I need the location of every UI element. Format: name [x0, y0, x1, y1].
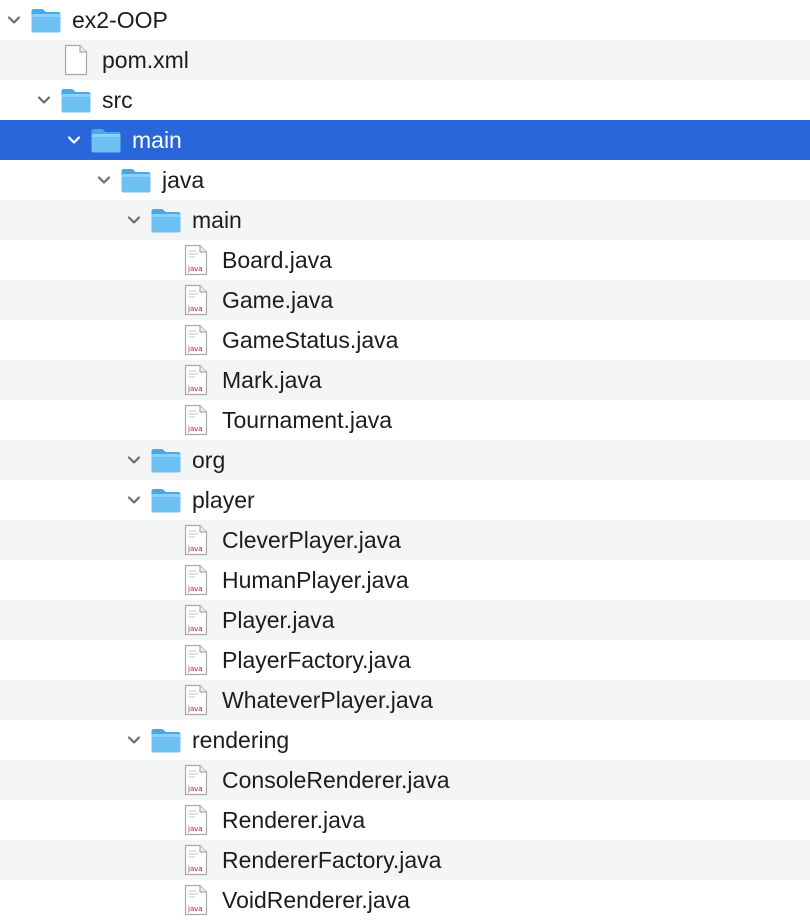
tree-row-label: PlayerFactory.java	[222, 647, 411, 673]
tree-row-label: RendererFactory.java	[222, 847, 442, 873]
tree-row-file[interactable]: java Mark.java	[0, 360, 810, 400]
java-file-icon: java	[180, 844, 212, 876]
folder-icon	[30, 4, 62, 36]
chevron-down-icon[interactable]	[124, 450, 144, 470]
tree-row-main-selected[interactable]: main	[0, 120, 810, 160]
folder-icon	[150, 484, 182, 516]
chevron-down-icon[interactable]	[124, 210, 144, 230]
chevron-down-icon[interactable]	[34, 90, 54, 110]
tree-row-pkg-rendering[interactable]: rendering	[0, 720, 810, 760]
tree-row-label: org	[192, 447, 226, 473]
java-file-icon: java	[180, 244, 212, 276]
tree-row-label: Renderer.java	[222, 807, 366, 833]
tree-row-file[interactable]: java CleverPlayer.java	[0, 520, 810, 560]
java-file-icon: java	[180, 804, 212, 836]
svg-text:java: java	[187, 785, 203, 793]
java-file-icon: java	[180, 404, 212, 436]
tree-row-label: CleverPlayer.java	[222, 527, 401, 553]
chevron-down-icon[interactable]	[94, 170, 114, 190]
folder-icon	[60, 84, 92, 116]
tree-row-label: main	[132, 127, 182, 153]
java-file-icon: java	[180, 524, 212, 556]
tree-row-label: HumanPlayer.java	[222, 567, 409, 593]
svg-text:java: java	[187, 865, 203, 873]
folder-icon	[90, 124, 122, 156]
tree-row-file[interactable]: java GameStatus.java	[0, 320, 810, 360]
tree-row-java[interactable]: java	[0, 160, 810, 200]
java-file-icon: java	[180, 564, 212, 596]
tree-row-file[interactable]: java Player.java	[0, 600, 810, 640]
tree-row-pom[interactable]: pom.xml	[0, 40, 810, 80]
tree-row-label: Mark.java	[222, 367, 322, 393]
tree-row-src[interactable]: src	[0, 80, 810, 120]
tree-row-file[interactable]: java Tournament.java	[0, 400, 810, 440]
java-file-icon: java	[180, 604, 212, 636]
java-file-icon: java	[180, 684, 212, 716]
svg-text:java: java	[187, 385, 203, 393]
tree-row-file[interactable]: java RendererFactory.java	[0, 840, 810, 880]
svg-text:java: java	[187, 265, 203, 273]
tree-row-label: Player.java	[222, 607, 335, 633]
tree-row-label: ex2-OOP	[72, 7, 168, 33]
svg-text:java: java	[187, 665, 203, 673]
java-file-icon: java	[180, 644, 212, 676]
tree-row-file[interactable]: java PlayerFactory.java	[0, 640, 810, 680]
svg-text:java: java	[187, 345, 203, 353]
tree-row-label: java	[162, 167, 205, 193]
tree-row-label: VoidRenderer.java	[222, 887, 410, 913]
file-tree: ex2-OOP pom.xml src main java main java …	[0, 0, 810, 924]
folder-icon	[150, 204, 182, 236]
tree-row-file[interactable]: java Board.java	[0, 240, 810, 280]
tree-row-label: Game.java	[222, 287, 334, 313]
svg-text:java: java	[187, 705, 203, 713]
java-file-icon: java	[180, 284, 212, 316]
svg-text:java: java	[187, 585, 203, 593]
folder-icon	[120, 164, 152, 196]
tree-row-file[interactable]: java ConsoleRenderer.java	[0, 760, 810, 800]
tree-row-pkg-main[interactable]: main	[0, 200, 810, 240]
tree-row-file[interactable]: java VoidRenderer.java	[0, 880, 810, 920]
tree-row-label: Board.java	[222, 247, 332, 273]
chevron-down-icon[interactable]	[124, 730, 144, 750]
folder-icon	[150, 444, 182, 476]
folder-icon	[150, 724, 182, 756]
tree-row-label: rendering	[192, 727, 290, 753]
svg-text:java: java	[187, 905, 203, 913]
tree-row-label: pom.xml	[102, 47, 189, 73]
java-file-icon: java	[180, 764, 212, 796]
tree-row-file[interactable]: java WhateverPlayer.java	[0, 680, 810, 720]
tree-row-root[interactable]: ex2-OOP	[0, 0, 810, 40]
tree-row-file[interactable]: java HumanPlayer.java	[0, 560, 810, 600]
chevron-down-icon[interactable]	[124, 490, 144, 510]
tree-row-label: ConsoleRenderer.java	[222, 767, 450, 793]
tree-row-label: main	[192, 207, 242, 233]
chevron-down-icon[interactable]	[64, 130, 84, 150]
java-file-icon: java	[180, 324, 212, 356]
tree-row-label: player	[192, 487, 255, 513]
tree-row-label: Tournament.java	[222, 407, 393, 433]
java-file-icon: java	[180, 884, 212, 916]
svg-text:java: java	[187, 545, 203, 553]
svg-text:java: java	[187, 425, 203, 433]
xml-file-icon	[60, 44, 92, 76]
chevron-down-icon[interactable]	[4, 10, 24, 30]
java-file-icon: java	[180, 364, 212, 396]
svg-text:java: java	[187, 625, 203, 633]
tree-row-file[interactable]: java Renderer.java	[0, 800, 810, 840]
tree-row-pkg-org[interactable]: org	[0, 440, 810, 480]
svg-text:java: java	[187, 825, 203, 833]
tree-row-label: GameStatus.java	[222, 327, 399, 353]
tree-row-label: src	[102, 87, 133, 113]
tree-row-label: WhateverPlayer.java	[222, 687, 433, 713]
tree-row-pkg-player[interactable]: player	[0, 480, 810, 520]
svg-text:java: java	[187, 305, 203, 313]
tree-row-file[interactable]: java Game.java	[0, 280, 810, 320]
